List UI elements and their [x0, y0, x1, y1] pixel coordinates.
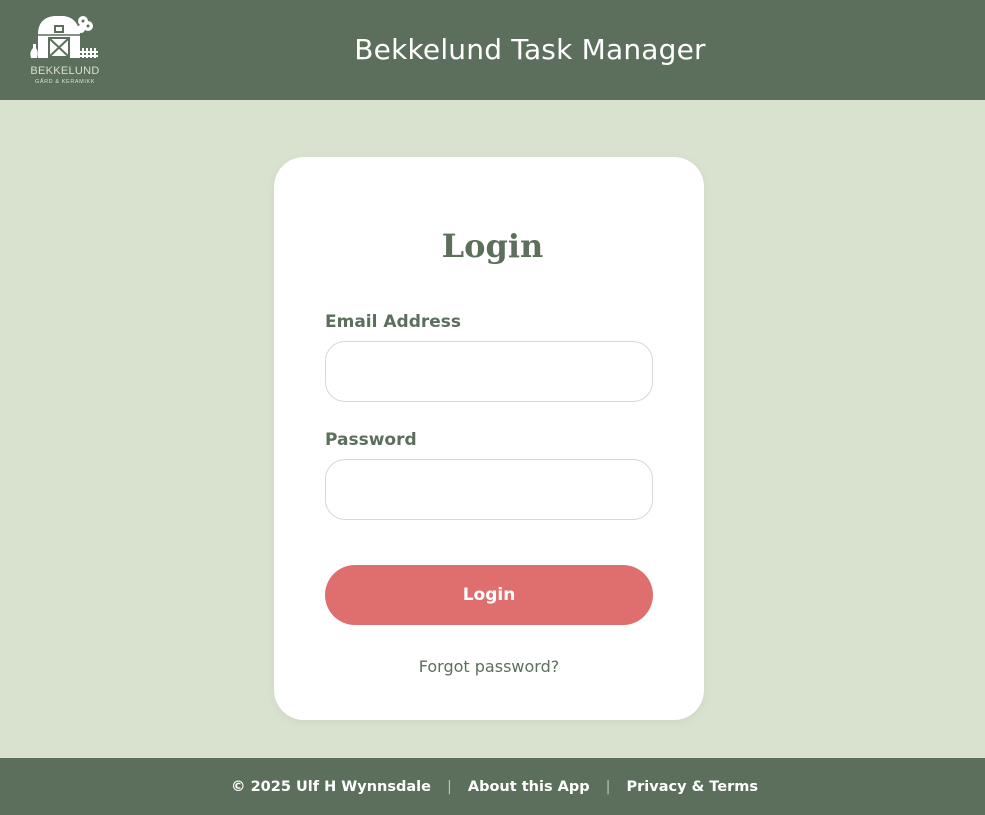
- footer-separator: |: [446, 778, 452, 795]
- password-field[interactable]: [325, 459, 653, 520]
- email-label: Email Address: [325, 312, 462, 332]
- logo-name: BEKKELUND: [30, 65, 100, 77]
- login-button[interactable]: Login: [325, 565, 653, 625]
- forgot-password-link[interactable]: Forgot password?: [325, 656, 653, 678]
- privacy-terms-link[interactable]: Privacy & Terms: [627, 779, 758, 795]
- password-label: Password: [325, 430, 417, 450]
- bekkelund-logo[interactable]: BEKKELUND GÅRD & KERAMIKK: [26, 12, 104, 88]
- email-field[interactable]: [325, 341, 653, 402]
- copyright-text: © 2025 Ulf H Wynnsdale: [231, 778, 431, 795]
- about-app-link[interactable]: About this App: [468, 779, 590, 795]
- footer-separator: |: [605, 778, 611, 795]
- login-heading: Login: [441, 227, 544, 265]
- app-title: Bekkelund Task Manager: [354, 33, 706, 66]
- barn-icon: [30, 16, 98, 58]
- app-footer: © 2025 Ulf H Wynnsdale | About this App …: [0, 758, 985, 815]
- app-header: BEKKELUND GÅRD & KERAMIKK Bekkelund Task…: [0, 0, 985, 100]
- logo-subtitle: GÅRD & KERAMIKK: [34, 79, 96, 85]
